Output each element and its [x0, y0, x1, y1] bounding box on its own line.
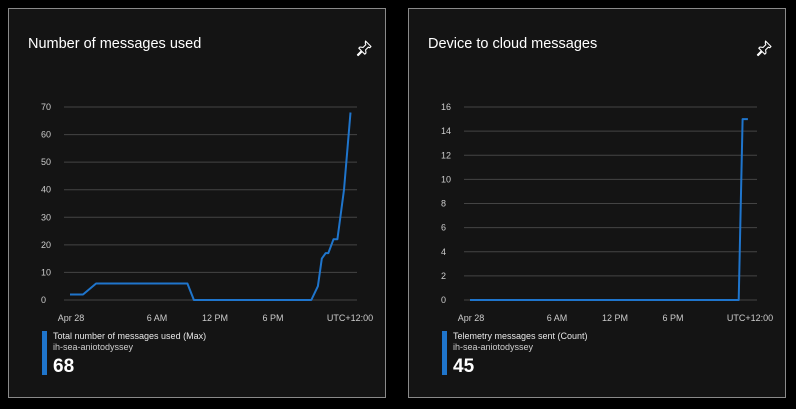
chart-device-to-cloud: 0 2 4 6 8 10 12 14 16 Apr 28 6 AM 12 PM 6 PM UTC+12:0… — [441, 102, 773, 323]
legend-resource-name: ih-sea-aniotodyssey — [453, 342, 534, 352]
y-tick-label: 12 — [441, 150, 451, 160]
y-tick-label: 30 — [41, 212, 51, 222]
chart-messages-used: 0 10 20 30 40 50 60 70 Apr 28 6 AM 12 PM 6 PM UTC+12… — [41, 102, 373, 323]
y-tick-label: 70 — [41, 102, 51, 112]
y-tick-label: 4 — [441, 247, 446, 257]
y-tick-label: 40 — [41, 185, 51, 195]
x-tick-label: Apr 28 — [458, 313, 485, 323]
tile-messages-used[interactable]: Number of messages used 0 10 20 30 40 50 60 70 A… — [8, 8, 386, 398]
x-tick-label: 6 PM — [262, 313, 283, 323]
tile-device-to-cloud[interactable]: Device to cloud messages 0 2 4 6 8 10 12 14 16 Ap… — [408, 8, 786, 398]
legend-color-bar — [42, 331, 47, 375]
x-tick-label: Apr 28 — [58, 313, 85, 323]
legend-value: 68 — [53, 356, 75, 377]
x-tick-label: UTC+12:00 — [727, 313, 773, 323]
y-tick-label: 8 — [441, 199, 446, 209]
legend-color-bar — [442, 331, 447, 375]
x-tick-label: UTC+12:00 — [327, 313, 373, 323]
legend-series-name: Total number of messages used (Max) — [53, 331, 207, 341]
x-tick-label: 6 AM — [147, 313, 168, 323]
y-tick-label: 6 — [441, 223, 446, 233]
x-tick-label: 12 PM — [602, 313, 628, 323]
legend-resource-name: ih-sea-aniotodyssey — [53, 342, 134, 352]
x-tick-label: 12 PM — [202, 313, 228, 323]
legend-series-name: Telemetry messages sent (Count) — [453, 331, 588, 341]
y-tick-label: 60 — [41, 130, 51, 140]
series-line — [470, 118, 748, 301]
y-tick-label: 10 — [441, 174, 451, 184]
y-tick-label: 20 — [41, 240, 51, 250]
y-tick-label: 50 — [41, 157, 51, 167]
y-tick-label: 0 — [41, 295, 46, 305]
y-tick-label: 16 — [441, 102, 451, 112]
y-tick-label: 10 — [41, 267, 51, 277]
y-tick-label: 14 — [441, 126, 451, 136]
y-tick-label: 2 — [441, 271, 446, 281]
x-tick-label: 6 PM — [662, 313, 683, 323]
series-line — [70, 112, 352, 301]
x-tick-label: 6 AM — [547, 313, 568, 323]
y-tick-label: 0 — [441, 295, 446, 305]
legend-value: 45 — [453, 356, 475, 377]
